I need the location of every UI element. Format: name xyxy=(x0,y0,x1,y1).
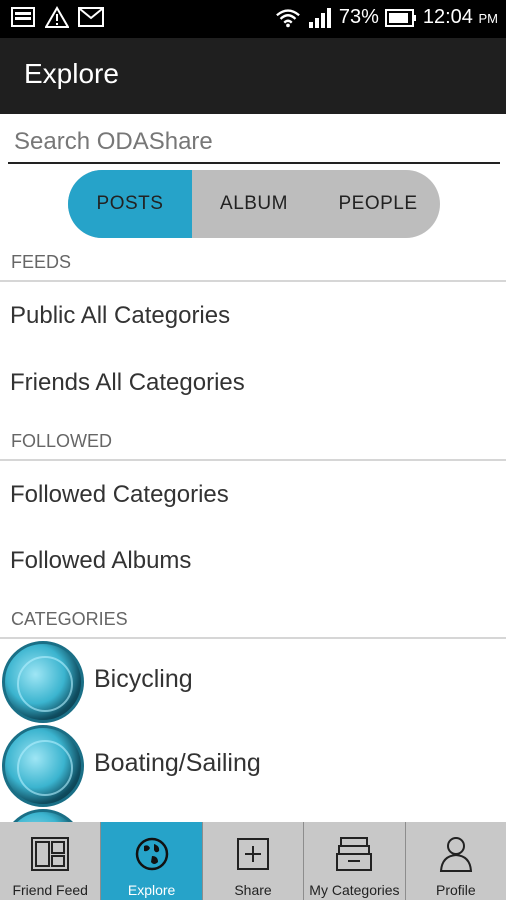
image-notification-icon xyxy=(10,6,36,28)
stack-icon xyxy=(334,834,374,874)
plus-box-icon xyxy=(233,834,273,874)
category-icon xyxy=(2,809,84,822)
nav-label: Share xyxy=(234,882,272,898)
bicycling-icon xyxy=(2,641,84,723)
clock-ampm: PM xyxy=(478,11,499,26)
nav-share[interactable]: Share xyxy=(203,822,305,900)
section-header-followed: FOLLOWED xyxy=(11,431,113,451)
gmail-icon xyxy=(78,6,104,28)
content-type-segment: POSTS ALBUM PEOPLE xyxy=(68,170,440,238)
bottom-navigation: Friend Feed Explore Share My Categories … xyxy=(0,822,506,900)
battery-icon xyxy=(384,7,417,29)
list-item-followed-albums[interactable]: Followed Albums xyxy=(10,547,191,575)
category-row-boating-sailing[interactable]: Boating/Sailing xyxy=(0,725,506,807)
tab-posts[interactable]: POSTS xyxy=(68,170,192,238)
clock: 12:04 PM xyxy=(423,6,498,29)
list-item-followed-categories[interactable]: Followed Categories xyxy=(10,481,229,509)
wifi-icon xyxy=(275,7,301,29)
nav-my-categories[interactable]: My Categories xyxy=(304,822,406,900)
friend-feed-icon xyxy=(30,834,70,874)
section-header-feeds: FEEDS xyxy=(11,252,72,272)
nav-label: Profile xyxy=(435,882,476,898)
page-title: Explore xyxy=(24,58,119,89)
section-header-categories: CATEGORIES xyxy=(11,609,128,629)
nav-label: Explore xyxy=(127,882,176,898)
nav-profile[interactable]: Profile xyxy=(406,822,506,900)
category-label: Boating/Sailing xyxy=(94,749,261,777)
category-label: Bicycling xyxy=(94,665,193,693)
search-input[interactable] xyxy=(8,124,500,160)
category-row-bicycling[interactable]: Bicycling xyxy=(0,641,506,723)
divider xyxy=(0,280,506,282)
battery-percent: 73% xyxy=(338,6,379,28)
person-icon xyxy=(436,834,476,874)
divider xyxy=(0,637,506,639)
notification-icons xyxy=(10,6,104,28)
category-row-partial[interactable] xyxy=(0,809,506,822)
divider xyxy=(0,459,506,461)
clock-time: 12:04 xyxy=(422,6,473,28)
warning-icon xyxy=(44,6,70,28)
nav-friend-feed[interactable]: Friend Feed xyxy=(0,822,102,900)
action-bar: Explore xyxy=(0,38,506,114)
globe-icon xyxy=(132,834,172,874)
nav-label: Friend Feed xyxy=(12,882,88,898)
list-item-public-all-categories[interactable]: Public All Categories xyxy=(10,302,230,330)
tab-album[interactable]: ALBUM xyxy=(192,170,316,238)
nav-label: My Categories xyxy=(309,882,400,898)
status-bar: 73% 12:04 PM xyxy=(0,0,506,38)
boating-icon xyxy=(2,725,84,807)
nav-explore[interactable]: Explore xyxy=(101,822,203,900)
list-item-friends-all-categories[interactable]: Friends All Categories xyxy=(10,369,245,397)
tab-people[interactable]: PEOPLE xyxy=(316,170,440,238)
system-status: 73% 12:04 PM xyxy=(275,6,498,29)
search-bar[interactable] xyxy=(8,124,500,164)
signal-icon xyxy=(307,7,333,29)
